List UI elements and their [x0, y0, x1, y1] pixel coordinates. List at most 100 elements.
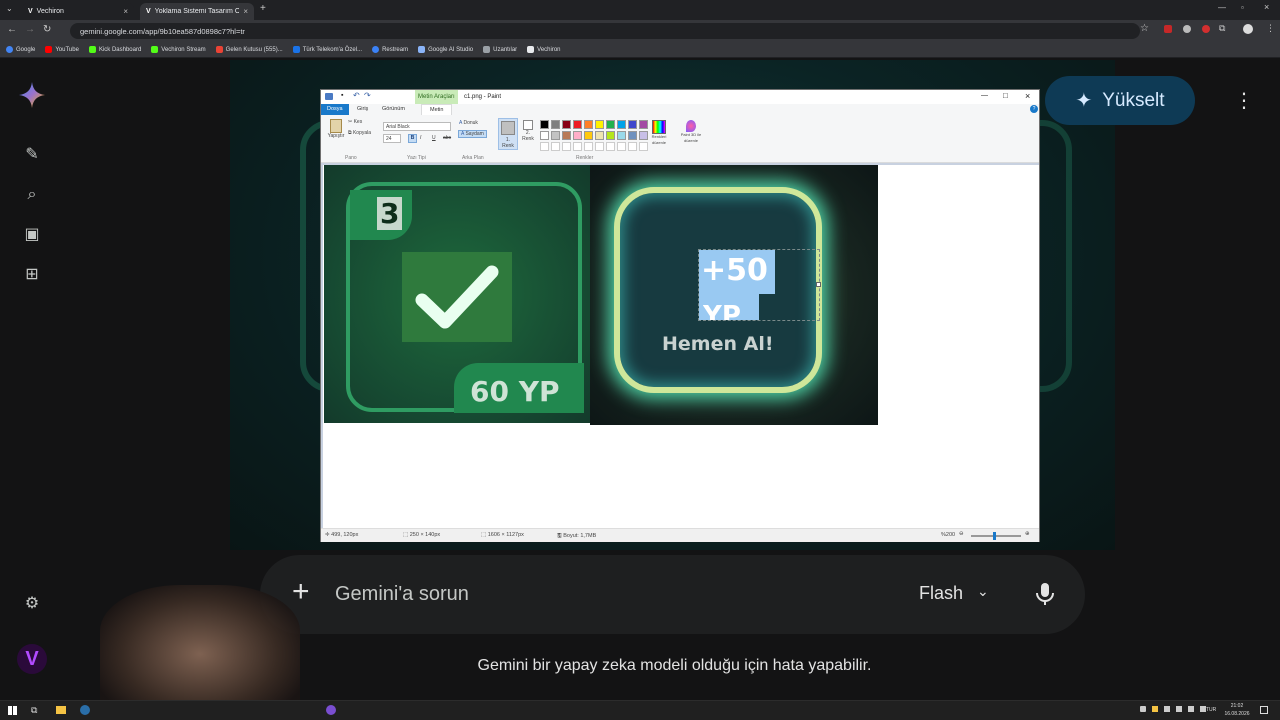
bookmark-google[interactable]: Google [6, 45, 35, 54]
gemini-logo-icon[interactable] [19, 82, 45, 108]
back-icon[interactable]: ← [7, 24, 17, 35]
microphone-icon[interactable] [1034, 581, 1056, 607]
app-icon[interactable] [326, 705, 336, 715]
palette-swatch[interactable] [617, 131, 626, 140]
extension-icon[interactable] [1164, 25, 1172, 33]
new-tab-icon[interactable]: + [260, 3, 266, 14]
add-icon[interactable]: + [292, 577, 310, 607]
tab-gorunum[interactable]: Görünüm [382, 106, 405, 112]
palette-swatch[interactable] [562, 120, 571, 129]
help-icon[interactable]: ? [1030, 105, 1038, 113]
tab-dosya[interactable]: Dosya [321, 104, 349, 115]
palette-swatch[interactable] [628, 120, 637, 129]
start-icon[interactable] [8, 706, 17, 715]
palette-swatch[interactable] [540, 131, 549, 140]
new-chat-icon[interactable]: ✎ [22, 145, 42, 165]
palette-swatch-empty[interactable] [562, 142, 571, 151]
maximize-icon[interactable]: ▫ [1241, 3, 1244, 12]
palette-swatch-empty[interactable] [573, 142, 582, 151]
undo-icon[interactable]: ↶ [353, 91, 360, 100]
zoom-slider[interactable] [971, 532, 1021, 540]
extensions-puzzle-icon[interactable]: ⧉ [1219, 23, 1225, 34]
minimize-icon[interactable]: — [981, 92, 988, 99]
palette-swatch[interactable] [595, 131, 604, 140]
steam-icon[interactable] [80, 705, 90, 715]
tab-metin[interactable]: Metin [421, 104, 453, 115]
opaque-button[interactable]: A Donuk [459, 120, 478, 126]
palette-swatch-empty[interactable] [606, 142, 615, 151]
bookmark-restream[interactable]: Restream [372, 45, 408, 54]
underline-button[interactable]: U [432, 135, 436, 141]
palette-swatch[interactable] [551, 131, 560, 140]
clock[interactable]: 21:02 16.08.2026 [1222, 702, 1252, 718]
forward-icon[interactable]: → [25, 24, 35, 35]
palette-swatch-empty[interactable] [628, 142, 637, 151]
bookmark-ai-studio[interactable]: Google AI Studio [418, 45, 473, 54]
settings-icon[interactable]: ⚙ [22, 594, 42, 614]
maximize-icon[interactable]: □ [1003, 91, 1008, 100]
search-icon[interactable]: ⌕ [22, 185, 42, 205]
palette-swatch[interactable] [573, 131, 582, 140]
cut-button[interactable]: ✂ Kes [348, 119, 362, 125]
save-icon[interactable]: ▪ [341, 92, 343, 99]
zoom-out-icon[interactable]: ⊖ [959, 531, 964, 537]
apps-icon[interactable]: ⊞ [22, 265, 42, 285]
extension-icon[interactable] [1183, 25, 1191, 33]
reload-icon[interactable]: ↻ [43, 24, 51, 35]
palette-swatch-empty[interactable] [595, 142, 604, 151]
zoom-in-icon[interactable]: ⊕ [1025, 531, 1030, 537]
close-icon[interactable]: × [243, 7, 248, 16]
palette-swatch[interactable] [551, 120, 560, 129]
bold-button[interactable]: B [408, 134, 417, 143]
close-window-icon[interactable]: × [1264, 2, 1269, 12]
palette-swatch[interactable] [584, 131, 593, 140]
more-options-icon[interactable]: ⋮ [1234, 88, 1254, 113]
tray-icon[interactable] [1176, 706, 1182, 712]
resize-handle[interactable] [816, 282, 821, 287]
palette-swatch-empty[interactable] [617, 142, 626, 151]
address-bar[interactable]: gemini.google.com/app/9b10ea587d0898c7?h… [70, 23, 1140, 39]
palette-swatch-empty[interactable] [584, 142, 593, 151]
minimize-icon[interactable]: — [1218, 3, 1226, 12]
paint3d-button[interactable]: Paint 3D ile düzenle [677, 120, 705, 144]
palette-swatch[interactable] [573, 120, 582, 129]
tab-yoklama[interactable]: V Yoklama Sistemi Tasarım Öneri... × [140, 3, 254, 20]
italic-button[interactable]: I [420, 135, 421, 141]
tab-vechiron[interactable]: V Vechiron × [22, 3, 134, 20]
bookmark-vechiron[interactable]: Vechiron [527, 45, 561, 54]
copy-button[interactable]: ⧉ Kopyala [348, 130, 371, 136]
task-view-icon[interactable]: ⧉ [31, 705, 37, 716]
close-icon[interactable]: × [123, 7, 128, 16]
notification-icon[interactable] [1260, 706, 1268, 714]
profile-icon[interactable] [1243, 24, 1253, 34]
tray-icon[interactable] [1140, 706, 1146, 712]
edit-colors-button[interactable]: Renkleri düzenle [648, 120, 670, 146]
prompt-box[interactable]: + Gemini'a sorun Flash ⌄ [260, 555, 1085, 634]
bookmark-vechiron-stream[interactable]: Vechiron Stream [151, 45, 206, 54]
font-name-select[interactable]: Arial Black [383, 122, 451, 131]
palette-swatch[interactable] [628, 131, 637, 140]
palette-swatch[interactable] [606, 120, 615, 129]
transparent-button[interactable]: A Saydam [458, 130, 487, 138]
tab-list-icon[interactable]: ⌄ [6, 4, 13, 13]
zoom-slider-thumb[interactable] [993, 532, 996, 540]
model-selector[interactable]: Flash ⌄ [919, 583, 989, 604]
bookmark-extensions[interactable]: Uzantılar [483, 45, 517, 54]
strikethrough-button[interactable]: abc [443, 135, 451, 141]
palette-swatch[interactable] [562, 131, 571, 140]
close-icon[interactable]: × [1025, 91, 1030, 101]
palette-swatch[interactable] [584, 120, 593, 129]
palette-swatch[interactable] [617, 120, 626, 129]
menu-icon[interactable]: ⋮ [1266, 23, 1275, 34]
palette-swatch[interactable] [540, 120, 549, 129]
redo-icon[interactable]: ↷ [364, 91, 371, 100]
bookmark-kick-dashboard[interactable]: Kick Dashboard [88, 45, 141, 54]
palette-swatch[interactable] [606, 131, 615, 140]
gallery-icon[interactable]: ▣ [22, 225, 42, 245]
upgrade-button[interactable]: ✦ Yükselt [1045, 76, 1195, 125]
bookmark-gmail[interactable]: Gelen Kutusu (555)... [215, 45, 283, 54]
palette-swatch[interactable] [639, 120, 648, 129]
color1-button[interactable]: 1. Renk [498, 118, 518, 150]
palette-swatch[interactable] [639, 131, 648, 140]
color2-button[interactable]: 2. Renk [520, 120, 536, 142]
